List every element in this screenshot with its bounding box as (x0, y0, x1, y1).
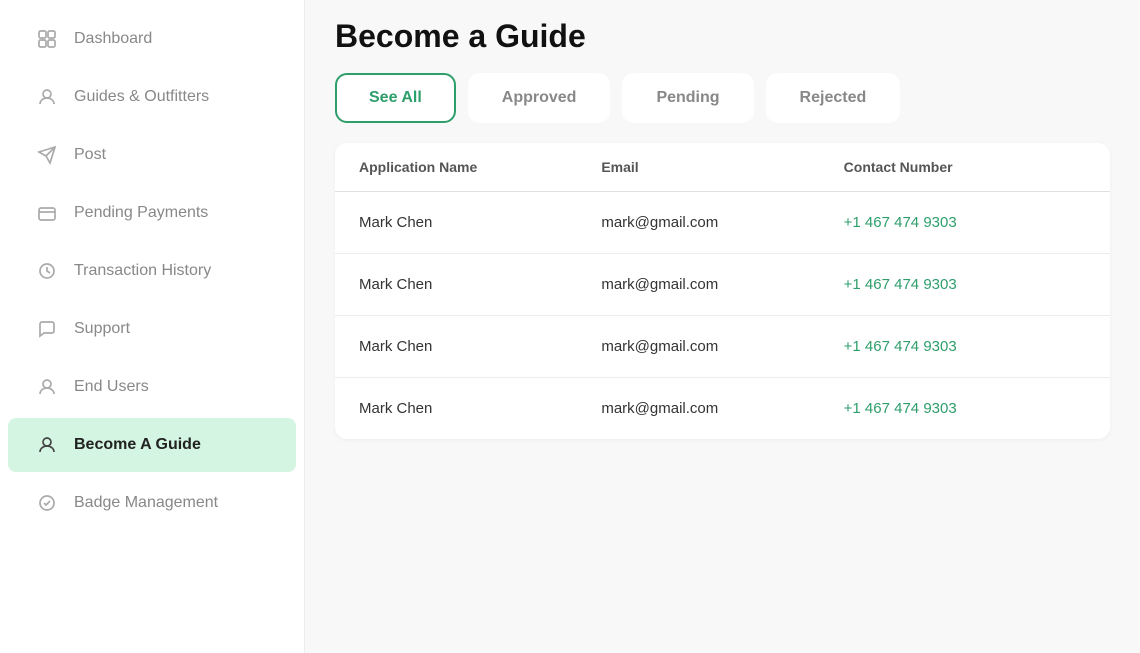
cell-contact-1: +1 467 474 9303 (844, 276, 1086, 293)
cell-contact-3: +1 467 474 9303 (844, 400, 1086, 417)
cell-email-3: mark@gmail.com (601, 400, 843, 417)
sidebar-label-post: Post (74, 146, 106, 164)
cell-contact-2: +1 467 474 9303 (844, 338, 1086, 355)
sidebar-label-badge-management: Badge Management (74, 494, 218, 512)
sidebar-item-become-guide[interactable]: Become A Guide (8, 418, 296, 472)
table-row[interactable]: Mark Chen mark@gmail.com +1 467 474 9303 (335, 254, 1110, 316)
tab-rejected[interactable]: Rejected (766, 73, 901, 123)
sidebar-label-become-guide: Become A Guide (74, 436, 201, 454)
sidebar-item-badge-management[interactable]: Badge Management (8, 476, 296, 530)
tab-bar: See All Approved Pending Rejected (335, 73, 1110, 123)
badge-icon (36, 492, 58, 514)
cell-email-2: mark@gmail.com (601, 338, 843, 355)
cell-name-0: Mark Chen (359, 214, 601, 231)
tab-approved[interactable]: Approved (468, 73, 611, 123)
sidebar-item-post[interactable]: Post (8, 128, 296, 182)
cell-email-0: mark@gmail.com (601, 214, 843, 231)
sidebar-label-support: Support (74, 320, 130, 338)
person-icon-become-guide (36, 434, 58, 456)
tab-see-all[interactable]: See All (335, 73, 456, 123)
person-icon-end-users (36, 376, 58, 398)
page-title: Become a Guide (335, 18, 1110, 55)
tab-pending[interactable]: Pending (622, 73, 753, 123)
person-icon-guides (36, 86, 58, 108)
column-header-email: Email (601, 159, 843, 175)
sidebar-item-transaction-history[interactable]: Transaction History (8, 244, 296, 298)
column-header-name: Application Name (359, 159, 601, 175)
sidebar-item-pending-payments[interactable]: Pending Payments (8, 186, 296, 240)
table-header: Application Name Email Contact Number (335, 143, 1110, 192)
cell-email-1: mark@gmail.com (601, 276, 843, 293)
sidebar-item-support[interactable]: Support (8, 302, 296, 356)
cell-name-2: Mark Chen (359, 338, 601, 355)
sidebar-label-pending-payments: Pending Payments (74, 204, 208, 222)
column-header-contact: Contact Number (844, 159, 1086, 175)
chat-icon (36, 318, 58, 340)
main-content: Become a Guide See All Approved Pending … (305, 0, 1140, 653)
sidebar-label-end-users: End Users (74, 378, 149, 396)
table-row[interactable]: Mark Chen mark@gmail.com +1 467 474 9303 (335, 316, 1110, 378)
cell-name-3: Mark Chen (359, 400, 601, 417)
card-icon (36, 202, 58, 224)
sidebar-item-guides[interactable]: Guides & Outfitters (8, 70, 296, 124)
send-icon (36, 144, 58, 166)
sidebar-label-guides: Guides & Outfitters (74, 88, 209, 106)
grid-icon (36, 28, 58, 50)
sidebar: Dashboard Guides & Outfitters Post (0, 0, 305, 653)
clock-icon (36, 260, 58, 282)
cell-name-1: Mark Chen (359, 276, 601, 293)
sidebar-label-dashboard: Dashboard (74, 30, 152, 48)
table-row[interactable]: Mark Chen mark@gmail.com +1 467 474 9303 (335, 192, 1110, 254)
cell-contact-0: +1 467 474 9303 (844, 214, 1086, 231)
sidebar-item-end-users[interactable]: End Users (8, 360, 296, 414)
applications-table: Application Name Email Contact Number Ma… (335, 143, 1110, 439)
table-row[interactable]: Mark Chen mark@gmail.com +1 467 474 9303 (335, 378, 1110, 439)
sidebar-label-transaction-history: Transaction History (74, 262, 211, 280)
sidebar-item-dashboard[interactable]: Dashboard (8, 12, 296, 66)
